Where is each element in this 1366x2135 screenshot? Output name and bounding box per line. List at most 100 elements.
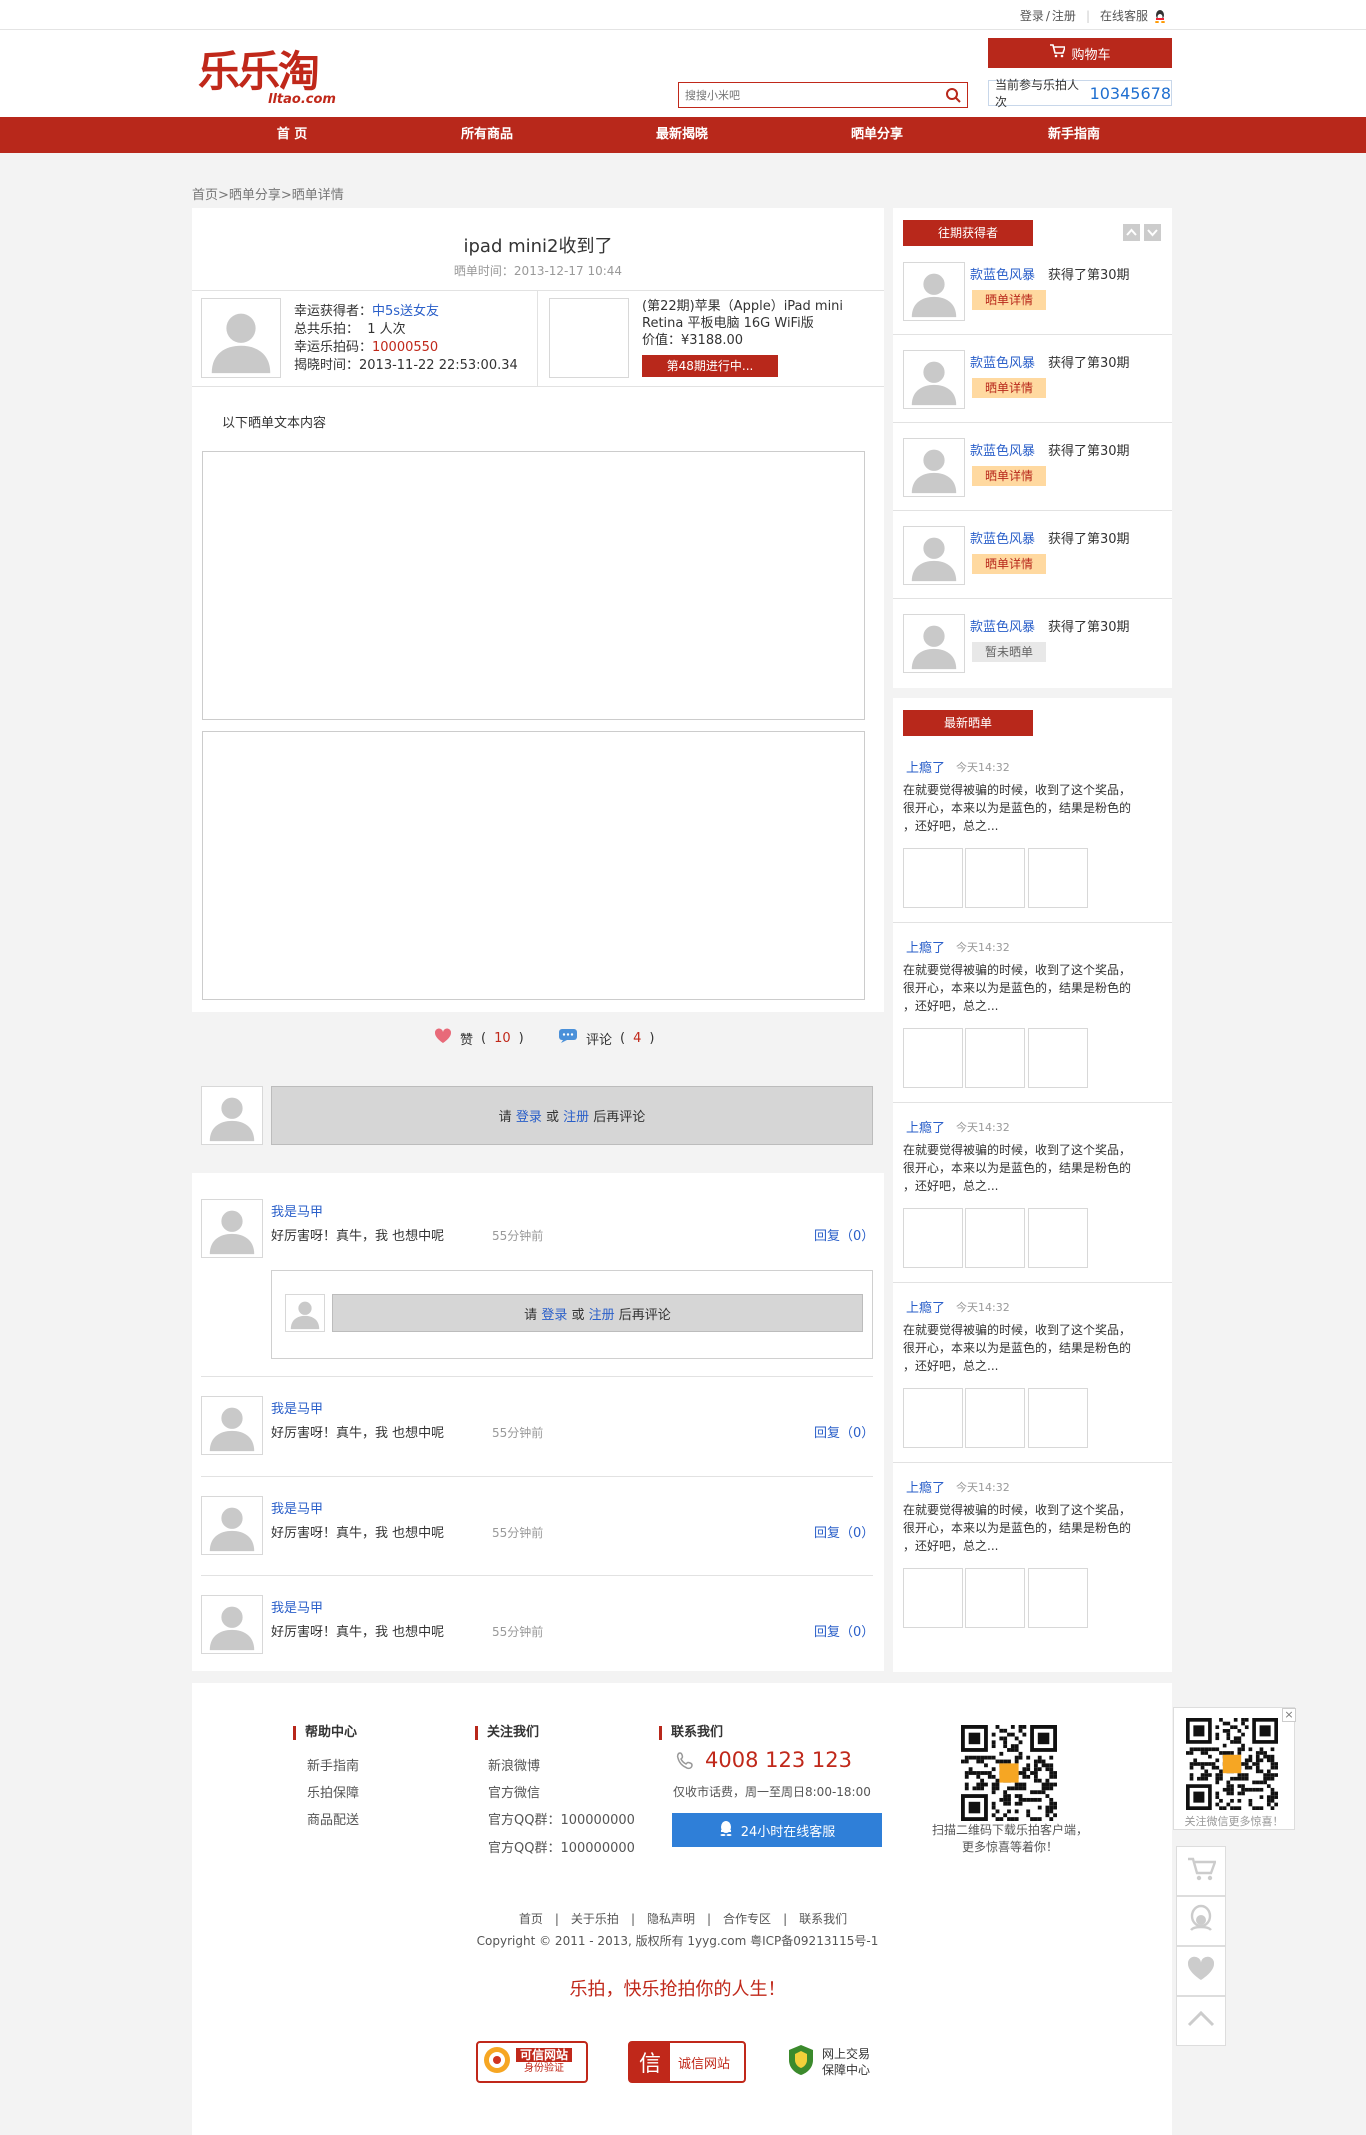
comment-login-prompt[interactable]: 请 登录 或 注册 后再评论: [271, 1086, 873, 1145]
like-button[interactable]: 赞(10): [434, 1028, 524, 1048]
login-link[interactable]: 登录: [1020, 7, 1044, 24]
share-thumbnail[interactable]: [903, 1388, 963, 1448]
share-author[interactable]: 上瘾了: [906, 1117, 945, 1136]
comment-avatar[interactable]: [201, 1595, 263, 1654]
side-cart-button[interactable]: [1176, 1846, 1226, 1896]
comment-author[interactable]: 我是马甲: [271, 1201, 323, 1220]
winner-avatar[interactable]: [903, 262, 965, 321]
bottom-link[interactable]: 合作专区: [723, 1912, 771, 1926]
share-thumbnail[interactable]: [903, 1208, 963, 1268]
reply-login-prompt[interactable]: 请 登录 或 注册 后再评论: [332, 1294, 863, 1332]
nav-latest-reveal[interactable]: 最新揭晓: [622, 117, 742, 153]
share-detail-button[interactable]: 晒单详情: [972, 290, 1046, 310]
online-service-button[interactable]: 24小时在线客服: [672, 1813, 882, 1847]
register-link[interactable]: 注册: [1052, 7, 1076, 24]
reply-link[interactable]: 回复（0）: [814, 1225, 874, 1244]
footer-link[interactable]: 新浪微博: [488, 1755, 540, 1774]
share-author[interactable]: 上瘾了: [906, 1477, 945, 1496]
share-summary[interactable]: 在就要觉得被骗的时候，收到了这个奖品， 很开心，本来以为是蓝色的，结果是粉色的 ，还…: [903, 781, 1153, 835]
cart-button[interactable]: 购物车: [988, 38, 1172, 68]
share-detail-button[interactable]: 晒单详情: [972, 466, 1046, 486]
bottom-link[interactable]: 首页: [519, 1912, 543, 1926]
product-name-line1[interactable]: (第22期)苹果（Apple）iPad mini: [642, 298, 843, 315]
search-input[interactable]: [679, 83, 929, 107]
logo[interactable]: 乐乐淘 lltao.com: [198, 50, 348, 110]
comment-avatar[interactable]: [201, 1496, 263, 1555]
winner-name[interactable]: 款蓝色风暴: [970, 616, 1035, 635]
prompt-login-link[interactable]: 登录: [516, 1106, 542, 1125]
reply-login-link[interactable]: 登录: [541, 1304, 567, 1323]
comment-author[interactable]: 我是马甲: [271, 1498, 323, 1517]
online-service-link[interactable]: 在线客服: [1100, 7, 1148, 24]
winner-avatar[interactable]: [903, 438, 965, 497]
share-thumbnail[interactable]: [1028, 1208, 1088, 1268]
footer-link[interactable]: 官方QQ群：100000000: [488, 1809, 635, 1828]
close-icon[interactable]: ×: [1282, 1708, 1296, 1722]
share-thumbnail[interactable]: [965, 848, 1025, 908]
share-summary[interactable]: 在就要觉得被骗的时候，收到了这个奖品， 很开心，本来以为是蓝色的，结果是粉色的 ，还…: [903, 1141, 1153, 1195]
footer-link[interactable]: 商品配送: [307, 1809, 359, 1828]
share-author[interactable]: 上瘾了: [906, 937, 945, 956]
reply-link[interactable]: 回复（0）: [814, 1621, 874, 1640]
share-thumbnail[interactable]: [965, 1568, 1025, 1628]
side-qq-button[interactable]: [1176, 1896, 1226, 1946]
trade-protection-badge[interactable]: 网上交易 保障中心: [786, 2041, 886, 2083]
share-thumbnail[interactable]: [965, 1388, 1025, 1448]
comment-avatar[interactable]: [201, 1199, 263, 1258]
bottom-link[interactable]: 联系我们: [799, 1912, 847, 1926]
comment-author[interactable]: 我是马甲: [271, 1597, 323, 1616]
share-author[interactable]: 上瘾了: [906, 757, 945, 776]
share-thumbnail[interactable]: [1028, 848, 1088, 908]
share-summary[interactable]: 在就要觉得被骗的时候，收到了这个奖品， 很开心，本来以为是蓝色的，结果是粉色的 ，还…: [903, 1321, 1153, 1375]
winner-avatar[interactable]: [903, 350, 965, 409]
share-author[interactable]: 上瘾了: [906, 1297, 945, 1316]
winner-name[interactable]: 款蓝色风暴: [970, 264, 1035, 283]
share-thumbnail[interactable]: [1028, 1388, 1088, 1448]
share-thumbnail[interactable]: [965, 1028, 1025, 1088]
back-to-top-button[interactable]: [1176, 1996, 1226, 2046]
breadcrumb[interactable]: 首页>晒单分享>晒单详情: [192, 184, 344, 203]
share-summary[interactable]: 在就要觉得被骗的时候，收到了这个奖品， 很开心，本来以为是蓝色的，结果是粉色的 ，还…: [903, 1501, 1153, 1555]
winner-avatar[interactable]: [903, 614, 965, 673]
reply-register-link[interactable]: 注册: [589, 1304, 615, 1323]
share-thumbnail[interactable]: [1028, 1568, 1088, 1628]
nav-home[interactable]: 首 页: [232, 117, 352, 153]
scroll-up-icon[interactable]: [1123, 224, 1140, 241]
share-thumbnail[interactable]: [903, 1028, 963, 1088]
progress-button[interactable]: 第48期进行中...: [642, 355, 778, 377]
footer-link[interactable]: 官方QQ群：100000000: [488, 1837, 635, 1856]
winner-name-link[interactable]: 中5s送女友: [372, 304, 439, 319]
share-thumbnail[interactable]: [903, 848, 963, 908]
share-detail-button[interactable]: 晒单详情: [972, 554, 1046, 574]
nav-guide[interactable]: 新手指南: [1014, 117, 1134, 153]
comment-author[interactable]: 我是马甲: [271, 1398, 323, 1417]
footer-link[interactable]: 乐拍保障: [307, 1782, 359, 1801]
winner-name[interactable]: 款蓝色风暴: [970, 352, 1035, 371]
winner-name[interactable]: 款蓝色风暴: [970, 440, 1035, 459]
nav-share[interactable]: 晒单分享: [817, 117, 937, 153]
nav-all-products[interactable]: 所有商品: [427, 117, 547, 153]
share-thumbnail[interactable]: [903, 1568, 963, 1628]
prompt-register-link[interactable]: 注册: [563, 1106, 589, 1125]
share-thumbnail[interactable]: [1028, 1028, 1088, 1088]
footer-link[interactable]: 官方微信: [488, 1782, 540, 1801]
credible-site-badge[interactable]: 信 诚信网站: [628, 2041, 746, 2083]
reply-link[interactable]: 回复（0）: [814, 1522, 874, 1541]
share-thumbnail[interactable]: [965, 1208, 1025, 1268]
footer-link[interactable]: 新手指南: [307, 1755, 359, 1774]
reply-link[interactable]: 回复（0）: [814, 1422, 874, 1441]
side-favorite-button[interactable]: [1176, 1946, 1226, 1996]
share-detail-button[interactable]: 晒单详情: [972, 378, 1046, 398]
winner-avatar[interactable]: [201, 298, 281, 378]
share-summary[interactable]: 在就要觉得被骗的时候，收到了这个奖品， 很开心，本来以为是蓝色的，结果是粉色的 ，还…: [903, 961, 1153, 1015]
scroll-down-icon[interactable]: [1144, 224, 1161, 241]
product-thumbnail[interactable]: [549, 298, 629, 378]
bottom-link[interactable]: 隐私声明: [647, 1912, 695, 1926]
trusted-site-badge[interactable]: 可信网站 身份验证: [476, 2041, 588, 2083]
winner-name[interactable]: 款蓝色风暴: [970, 528, 1035, 547]
comment-avatar[interactable]: [201, 1396, 263, 1455]
winner-avatar[interactable]: [903, 526, 965, 585]
search-icon[interactable]: [945, 87, 961, 103]
comment-count-button[interactable]: 评论(4): [558, 1028, 654, 1048]
bottom-link[interactable]: 关于乐拍: [571, 1912, 619, 1926]
